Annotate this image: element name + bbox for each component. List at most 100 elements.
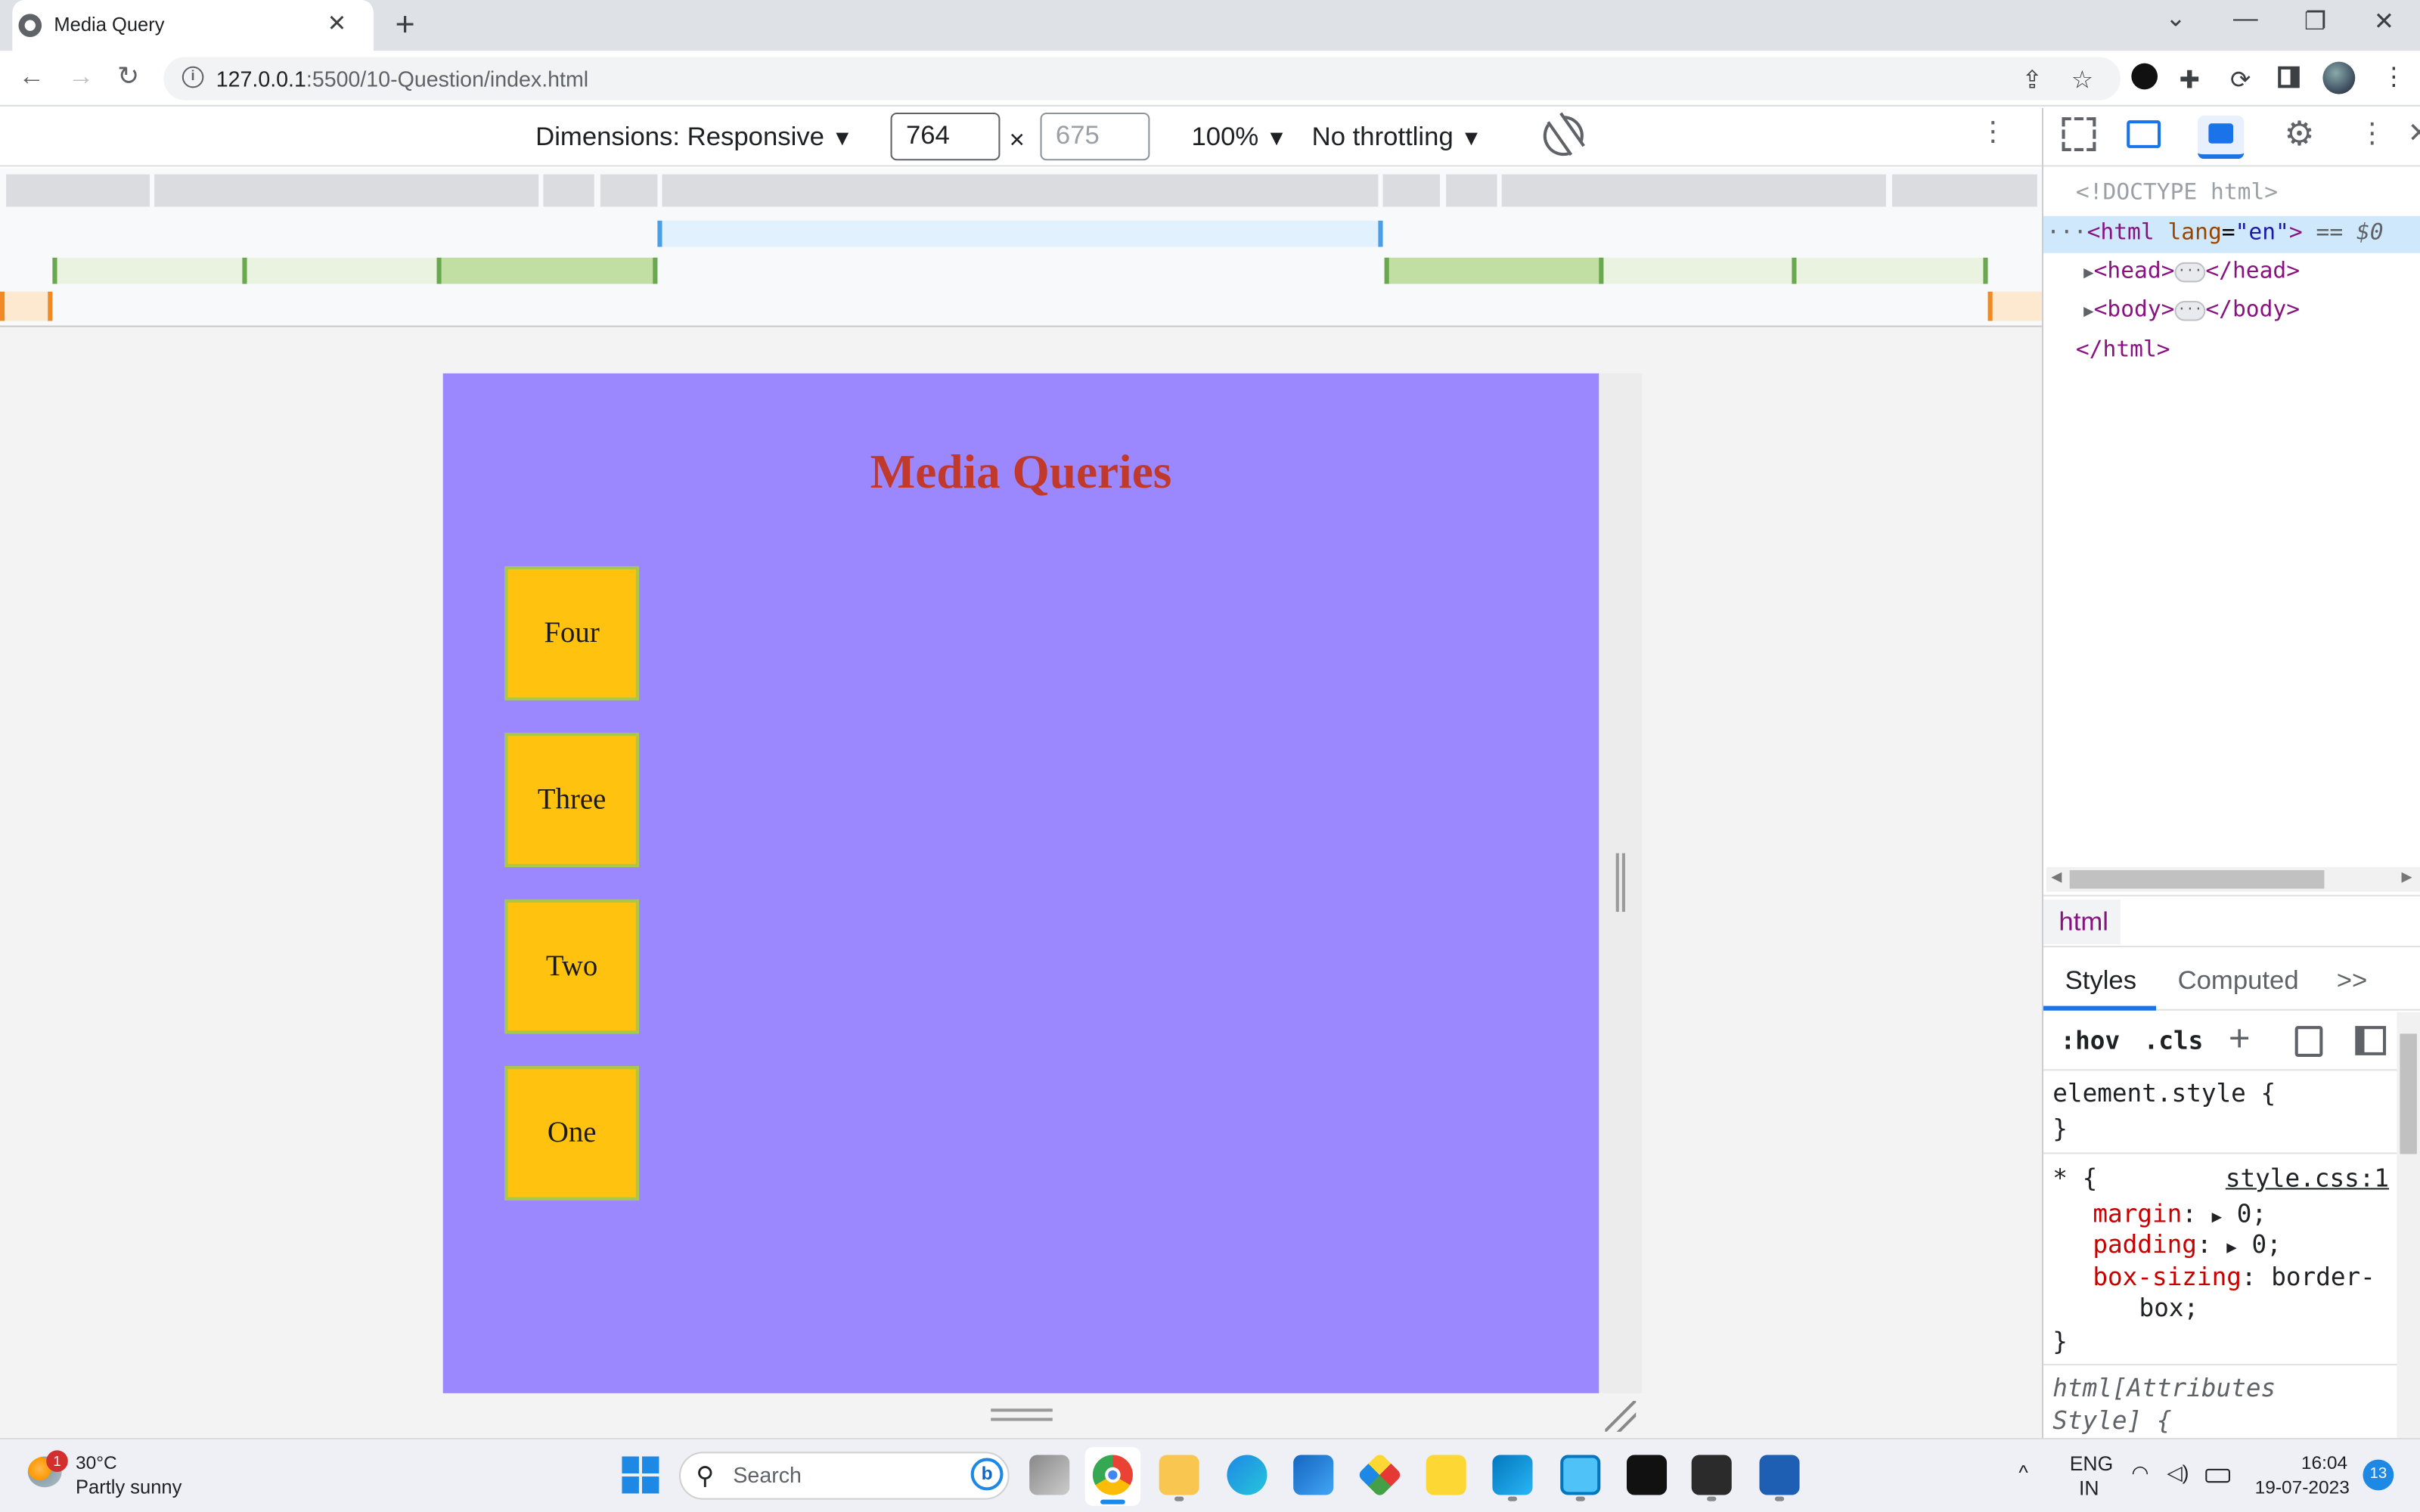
language-top[interactable]: ENG <box>2070 1452 2113 1475</box>
mq-bar[interactable] <box>1446 174 1497 207</box>
mq-bar[interactable] <box>6 174 150 207</box>
gear-icon[interactable]: ⚙ <box>2284 114 2314 154</box>
mq-bar[interactable] <box>543 174 594 207</box>
mq-bar[interactable] <box>1501 174 1886 207</box>
wifi-icon[interactable]: ◠ <box>2131 1461 2149 1486</box>
dom-html-node[interactable]: ···<html lang="en"> == $0 <box>2046 221 2384 246</box>
height-input[interactable]: 675 <box>1040 112 1150 161</box>
new-style-rule-icon[interactable]: + <box>2229 1018 2251 1061</box>
devtools-menu-icon[interactable]: ⋮ <box>2358 117 2386 150</box>
task-view-icon[interactable] <box>1029 1455 1070 1495</box>
mq-bar[interactable] <box>662 174 1379 207</box>
clock-date[interactable]: 19-07-2023 <box>2255 1476 2350 1498</box>
site-info-icon[interactable]: i <box>182 66 204 88</box>
weather-description[interactable]: Partly sunny <box>76 1476 182 1498</box>
universal-selector[interactable]: * { <box>2052 1163 2097 1193</box>
more-tabs-icon[interactable]: >> <box>2337 966 2368 997</box>
chrome-menu-icon[interactable]: ⋮ <box>2381 62 2406 93</box>
close-devtools-icon[interactable]: ✕ <box>2408 117 2420 150</box>
mq-bar[interactable] <box>600 174 658 207</box>
attributes-style-selector[interactable]: html[Attributes <box>2052 1373 2276 1402</box>
tray-overflow-icon[interactable]: ^ <box>2018 1461 2028 1485</box>
bookmark-star-icon[interactable]: ☆ <box>2071 65 2093 96</box>
reload-icon[interactable]: ↻ <box>117 62 139 93</box>
height-resize-handle[interactable] <box>991 1408 1053 1421</box>
dom-html-close[interactable]: </html> <box>2076 338 2170 363</box>
windows-start-icon[interactable] <box>622 1456 659 1494</box>
notification-badge[interactable]: 13 <box>2363 1459 2394 1491</box>
tab-search-chevron-icon[interactable]: ⌄ <box>2165 3 2186 34</box>
forward-arrow-icon[interactable]: → <box>68 62 95 93</box>
extension-icon[interactable] <box>2131 63 2158 90</box>
scroll-left-icon[interactable]: ◀ <box>2051 869 2062 885</box>
taskbar-search-box[interactable] <box>678 1452 1010 1500</box>
box-sizing-declaration[interactable]: box-sizing: border- <box>2093 1262 2375 1291</box>
dom-body-node[interactable]: ▶<body> ··· </body> <box>2083 298 2300 323</box>
url-text[interactable]: 127.0.0.1:5500/10-Question/index.html <box>216 67 588 91</box>
mq-bar[interactable] <box>154 174 539 207</box>
file-explorer-icon[interactable] <box>1159 1455 1199 1495</box>
hov-toggle[interactable]: :hov <box>2060 1026 2120 1055</box>
margin-declaration[interactable]: margin: ▶ 0; <box>2093 1199 2266 1228</box>
width-resize-handle[interactable] <box>1615 853 1625 912</box>
close-tab-icon[interactable]: ✕ <box>327 9 347 37</box>
zoom-dropdown[interactable]: 100% ▼ <box>1191 122 1287 153</box>
bing-icon[interactable]: b <box>970 1458 1004 1491</box>
puzzle-extensions-icon[interactable]: ✚ <box>2180 65 2200 96</box>
elements-panel-icon <box>2208 123 2234 144</box>
dom-head-node[interactable]: ▶<head> ··· </head> <box>2083 259 2300 284</box>
mq-orange-bar[interactable] <box>1990 291 2042 321</box>
scroll-right-icon[interactable]: ▶ <box>2401 869 2412 885</box>
terminal-icon[interactable] <box>1691 1455 1732 1495</box>
horizontal-scroll-thumb[interactable] <box>2069 870 2325 889</box>
element-style-selector[interactable]: element.style { <box>2052 1079 2276 1108</box>
side-panel-icon[interactable] <box>2278 66 2300 88</box>
paint-brush-icon[interactable] <box>2294 1026 2323 1057</box>
close-window-button[interactable]: ✕ <box>2374 6 2394 37</box>
width-input[interactable]: 764 <box>890 112 1001 161</box>
edge-icon[interactable] <box>1227 1455 1267 1495</box>
mq-orange-bar[interactable] <box>0 291 51 321</box>
microsoft-store-icon[interactable] <box>1293 1455 1334 1495</box>
rule-divider <box>2043 1152 2397 1154</box>
mq-bar[interactable] <box>1892 174 2037 207</box>
vscode-icon[interactable] <box>1492 1455 1533 1495</box>
minimize-button[interactable]: — <box>2233 6 2258 34</box>
mq-tick <box>52 257 57 284</box>
toggle-sidebar-icon[interactable] <box>2355 1026 2387 1055</box>
clock-time[interactable]: 16:04 <box>2301 1452 2347 1473</box>
performance-icon[interactable]: ⟳ <box>2230 65 2251 96</box>
throttling-dropdown[interactable]: No throttling ▼ <box>1312 122 1482 153</box>
profile-avatar[interactable] <box>2322 61 2356 94</box>
breadcrumb-html[interactable]: html <box>2043 899 2121 944</box>
mq-tick <box>1384 257 1389 284</box>
restore-button[interactable]: ❐ <box>2304 6 2326 37</box>
battery-icon[interactable] <box>2205 1468 2230 1483</box>
weather-temperature[interactable]: 30°C <box>76 1452 117 1473</box>
style-source-link[interactable]: style.css:1 <box>2226 1163 2389 1193</box>
back-arrow-icon[interactable]: ← <box>18 62 45 93</box>
new-tab-button[interactable]: + <box>395 5 414 45</box>
tab-computed[interactable]: Computed <box>2178 966 2299 997</box>
mq-bar[interactable] <box>1382 174 1441 207</box>
cls-toggle[interactable]: .cls <box>2144 1026 2204 1055</box>
notepad-icon[interactable] <box>1560 1455 1601 1495</box>
device-toggle-icon[interactable] <box>2127 120 2161 148</box>
padding-declaration[interactable]: padding: ▶ 0; <box>2093 1230 2281 1259</box>
language-bottom[interactable]: IN <box>2079 1476 2099 1500</box>
corner-resize-handle[interactable] <box>1605 1401 1637 1432</box>
mq-max-width-bar[interactable] <box>659 220 1382 247</box>
mq-min-width-bar[interactable] <box>441 257 658 284</box>
dimensions-dropdown[interactable]: Dimensions: Responsive ▼ <box>535 122 853 153</box>
mq-min-width-bar[interactable] <box>1385 257 1602 284</box>
volume-icon[interactable]: ◁) <box>2167 1461 2189 1486</box>
downloader-icon[interactable] <box>1627 1455 1668 1495</box>
share-icon[interactable]: ⇪ <box>2021 65 2042 96</box>
sticky-notes-icon[interactable] <box>1426 1455 1466 1495</box>
word-icon[interactable] <box>1759 1455 1800 1495</box>
inspect-element-icon[interactable] <box>2062 117 2096 151</box>
styles-scroll-thumb[interactable] <box>2400 1033 2417 1154</box>
dom-doctype[interactable]: <!DOCTYPE html> <box>2076 181 2278 206</box>
tab-styles[interactable]: Styles <box>2065 966 2136 997</box>
more-options-icon[interactable]: · · · <box>1988 107 1999 156</box>
